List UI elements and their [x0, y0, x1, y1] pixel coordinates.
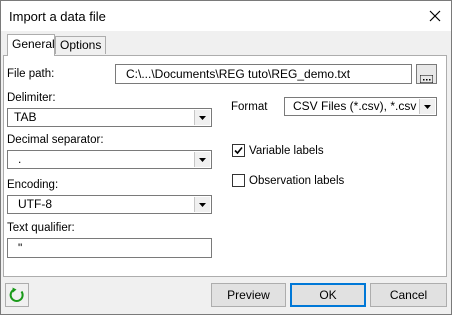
delimiter-label: Delimiter: [7, 92, 56, 104]
chevron-down-icon [199, 157, 206, 162]
file-path-input[interactable] [115, 64, 412, 84]
encoding-label: Encoding: [7, 179, 59, 191]
preview-button[interactable]: Preview [211, 283, 286, 307]
decimal-separator-value: . [18, 152, 22, 166]
refresh-icon [9, 287, 24, 302]
encoding-select[interactable]: UTF-8 [7, 195, 212, 214]
cancel-button[interactable]: Cancel [370, 283, 447, 307]
decimal-separator-label: Decimal separator: [7, 134, 104, 146]
format-label: Format [231, 101, 268, 113]
title-bar: Import a data file [1, 1, 451, 31]
delimiter-dropdown-button[interactable] [194, 110, 210, 125]
format-value: CSV Files (*.csv), *.csv [293, 99, 417, 113]
observation-labels-label: Observation labels [249, 175, 345, 187]
text-qualifier-input[interactable] [7, 238, 212, 258]
decimal-separator-select[interactable]: . [7, 150, 212, 169]
ok-button[interactable]: OK [290, 283, 366, 307]
format-dropdown-button[interactable] [419, 99, 435, 114]
import-dialog: Import a data file General Options File … [0, 0, 452, 315]
browse-icon [420, 75, 433, 83]
refresh-button[interactable] [5, 283, 29, 307]
chevron-down-icon [199, 202, 206, 207]
variable-labels-label: Variable labels [249, 145, 324, 157]
close-button[interactable] [421, 3, 449, 29]
browse-button[interactable] [416, 64, 437, 84]
file-path-label: File path: [7, 68, 55, 80]
encoding-dropdown-button[interactable] [194, 197, 210, 212]
observation-labels-checkbox[interactable] [232, 174, 245, 187]
checkmark-icon [234, 146, 243, 155]
variable-labels-checkbox[interactable] [232, 144, 245, 157]
close-icon [429, 10, 441, 22]
general-panel: File path: Delimiter: TAB Decimal separa… [3, 55, 447, 277]
encoding-value: UTF-8 [18, 197, 52, 211]
chevron-down-icon [424, 104, 431, 109]
delimiter-select[interactable]: TAB [7, 108, 212, 127]
tab-general[interactable]: General [7, 34, 55, 56]
text-qualifier-label: Text qualifier: [7, 222, 75, 234]
tab-options[interactable]: Options [55, 36, 106, 54]
delimiter-value: TAB [14, 110, 37, 124]
window-title: Import a data file [9, 9, 106, 24]
decimal-separator-dropdown-button[interactable] [194, 152, 210, 167]
chevron-down-icon [199, 115, 206, 120]
format-select[interactable]: CSV Files (*.csv), *.csv [284, 97, 437, 116]
